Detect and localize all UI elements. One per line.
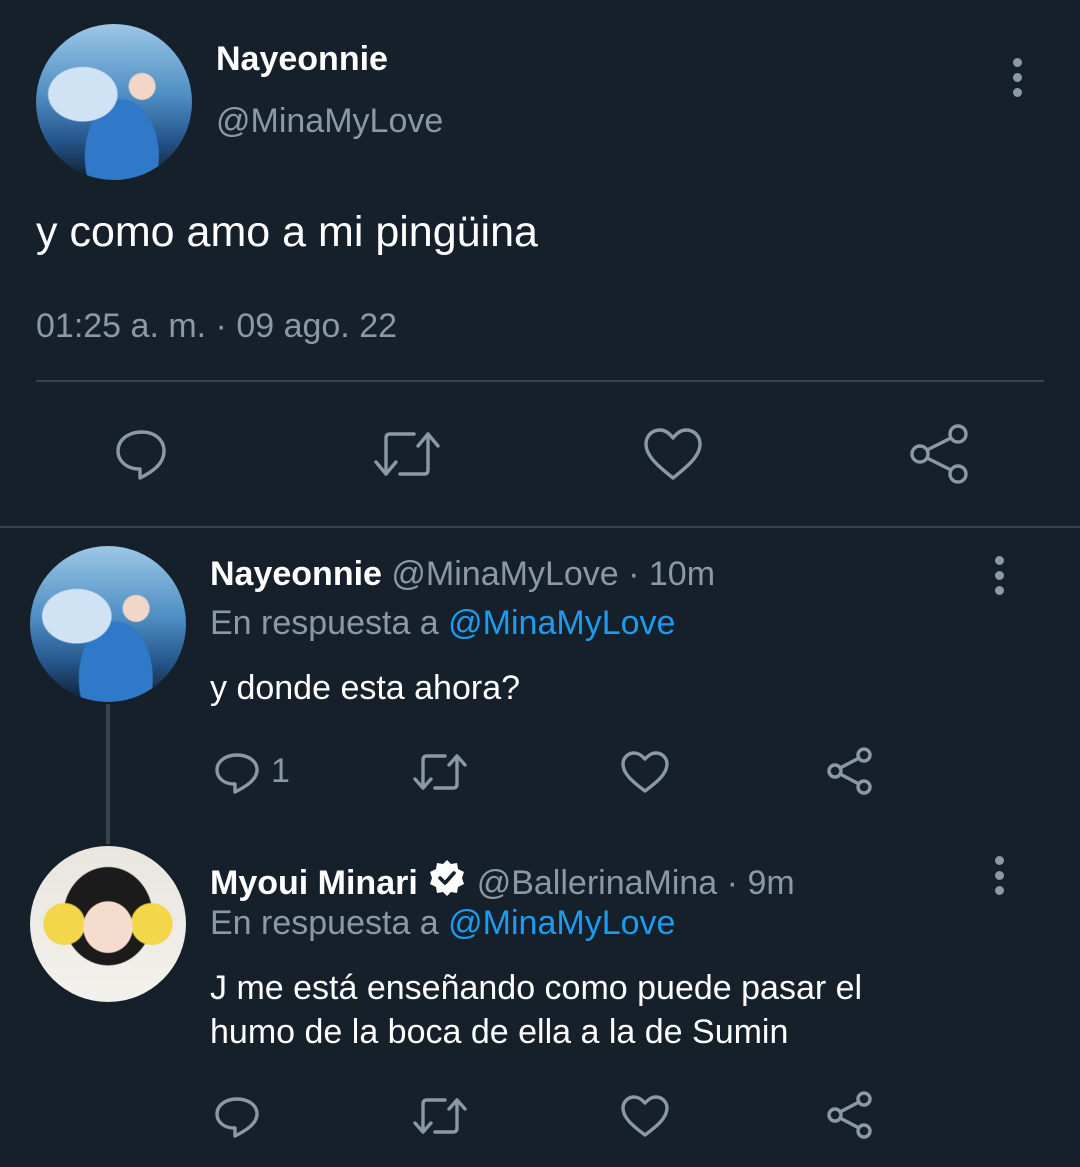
share-button[interactable] bbox=[908, 424, 972, 484]
share-icon bbox=[910, 424, 968, 484]
reply-icon bbox=[116, 430, 166, 480]
share-button[interactable] bbox=[826, 747, 874, 795]
reply-icon bbox=[215, 753, 259, 794]
like-button[interactable] bbox=[620, 1094, 670, 1138]
reply-to-mention[interactable]: @MinaMyLove bbox=[448, 904, 675, 942]
reply-header: Nayeonnie @MinaMyLove · 10m bbox=[210, 555, 715, 594]
reply-to-line: En respuesta a @MinaMyLove bbox=[210, 904, 675, 943]
author-avatar[interactable] bbox=[36, 24, 192, 180]
divider bbox=[36, 380, 1044, 382]
tweet-text: y como amo a mi pingüina bbox=[36, 208, 538, 256]
more-options-icon[interactable] bbox=[988, 856, 1010, 896]
retweet-icon bbox=[413, 754, 467, 790]
reply-icon bbox=[215, 1097, 259, 1138]
share-button[interactable] bbox=[826, 1091, 874, 1139]
retweet-button[interactable] bbox=[412, 750, 468, 794]
reply-button[interactable]: 1 bbox=[213, 750, 303, 796]
like-icon bbox=[621, 1095, 669, 1137]
share-icon bbox=[827, 747, 872, 795]
reply-button[interactable] bbox=[213, 1094, 263, 1140]
like-button[interactable] bbox=[620, 750, 670, 794]
more-options-icon[interactable] bbox=[1006, 58, 1028, 98]
reply-button[interactable] bbox=[112, 424, 172, 484]
reply-text: J me está enseñando como puede pasar el … bbox=[210, 966, 862, 1054]
share-icon bbox=[827, 1091, 872, 1139]
verified-badge-icon bbox=[427, 858, 467, 898]
author-name[interactable]: Nayeonnie bbox=[216, 40, 388, 79]
reply-header: Myoui Minari @BallerinaMina · 9m bbox=[210, 858, 795, 903]
reply-text-line: J me está enseñando como puede pasar el bbox=[210, 969, 863, 1007]
reply-time: · 10m bbox=[628, 555, 716, 593]
reply-to-line: En respuesta a @MinaMyLove bbox=[210, 604, 675, 643]
like-icon bbox=[621, 751, 669, 793]
reply-to-mention[interactable]: @MinaMyLove bbox=[448, 604, 675, 642]
more-options-icon[interactable] bbox=[988, 556, 1010, 596]
author-handle[interactable]: @MinaMyLove bbox=[216, 102, 443, 141]
section-divider bbox=[0, 526, 1080, 528]
retweet-button[interactable] bbox=[372, 426, 442, 482]
retweet-icon bbox=[413, 1098, 467, 1134]
reply-text-line: humo de la boca de ella a la de Sumin bbox=[210, 1013, 789, 1051]
reply-to-label: En respuesta a bbox=[210, 604, 439, 642]
reply-author-name[interactable]: Myoui Minari bbox=[210, 864, 418, 902]
thread-line bbox=[106, 704, 110, 844]
reply-count: 1 bbox=[271, 752, 290, 790]
reply-avatar[interactable] bbox=[30, 546, 186, 702]
reply-author-handle[interactable]: @MinaMyLove bbox=[391, 555, 618, 593]
reply-time: · 9m bbox=[726, 864, 795, 902]
reply-avatar[interactable] bbox=[30, 846, 186, 1002]
reply-author-handle[interactable]: @BallerinaMina bbox=[477, 864, 718, 902]
tweet-timestamp[interactable]: 01:25 a. m. · 09 ago. 22 bbox=[36, 307, 397, 346]
reply-to-label: En respuesta a bbox=[210, 904, 439, 942]
retweet-icon bbox=[374, 432, 440, 476]
like-button[interactable] bbox=[642, 426, 704, 482]
retweet-button[interactable] bbox=[412, 1094, 468, 1138]
reply-author-name[interactable]: Nayeonnie bbox=[210, 555, 382, 593]
reply-text: y donde esta ahora? bbox=[210, 669, 521, 707]
like-icon bbox=[644, 428, 702, 480]
